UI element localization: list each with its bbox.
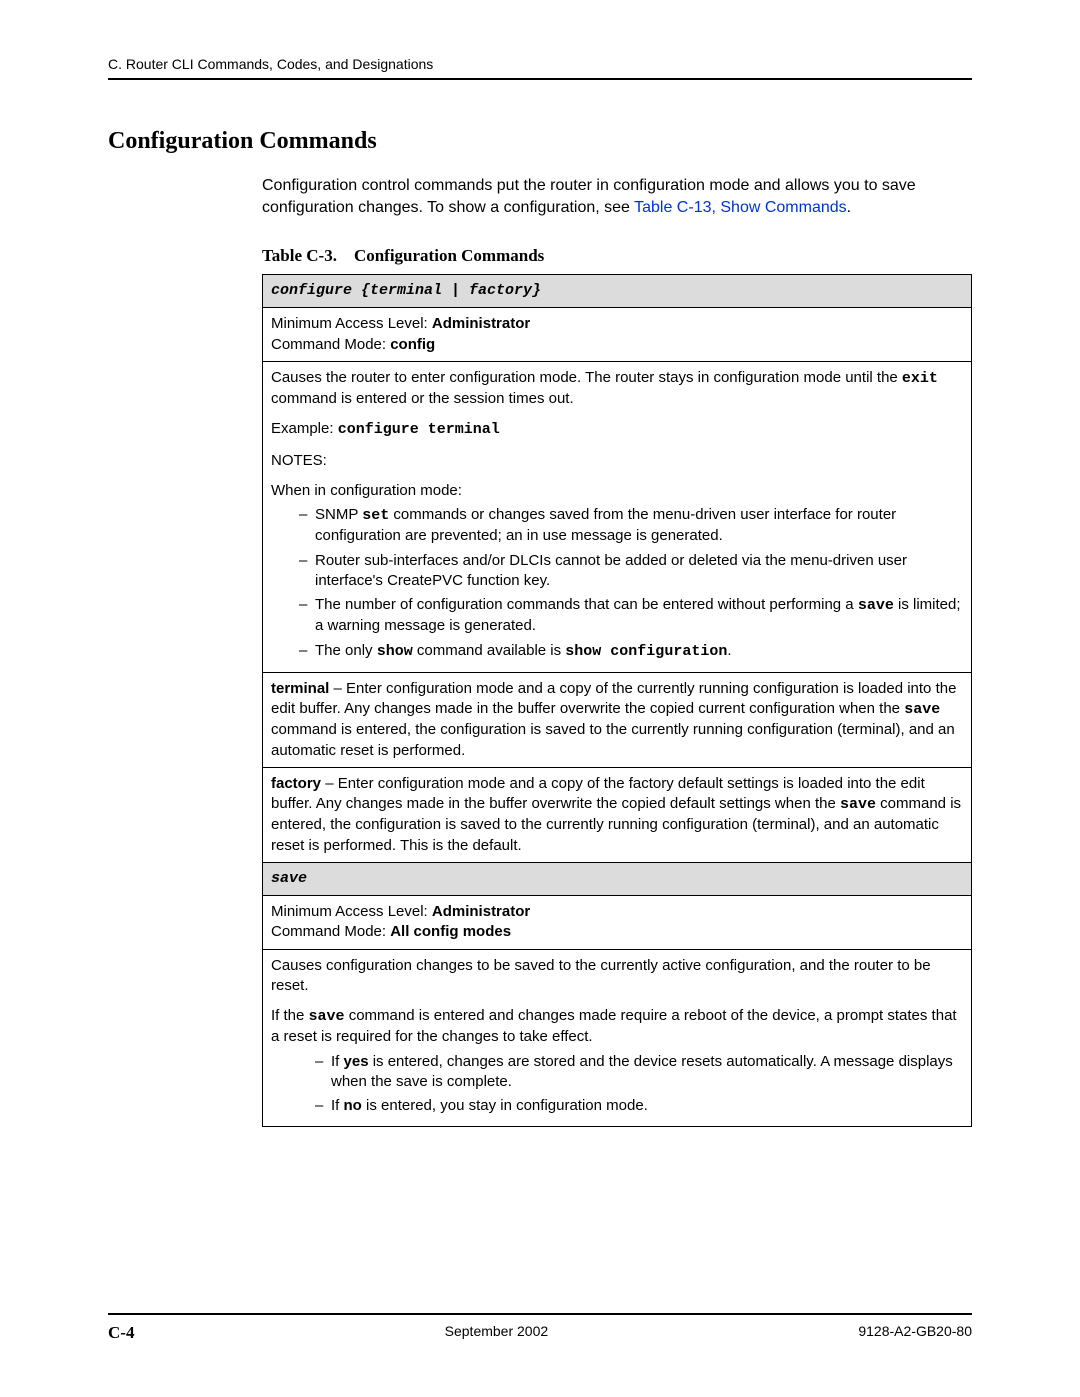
desc-text: command is entered or the session times … <box>271 390 574 407</box>
section-title: Configuration Commands <box>108 128 972 155</box>
min-access-value: Administrator <box>432 903 530 920</box>
exit-code: exit <box>902 370 938 387</box>
example-code: configure terminal <box>338 421 500 438</box>
min-access-label: Minimum Access Level: <box>271 315 432 332</box>
li-text: is entered, you stay in configuration mo… <box>362 1097 648 1114</box>
list-item: If no is entered, you stay in configurat… <box>315 1096 963 1116</box>
command-header-configure: configure {terminal | factory} <box>263 275 972 308</box>
command-mode-label: Command Mode: <box>271 923 390 940</box>
header-rule <box>108 78 972 80</box>
save-description-cell: Causes configuration changes to be saved… <box>263 949 972 1127</box>
configure-access-cell: Minimum Access Level: Administrator Comm… <box>263 308 972 362</box>
desc-text: Causes the router to enter configuration… <box>271 369 902 386</box>
factory-bold: factory <box>271 775 321 792</box>
terminal-bold: terminal <box>271 680 329 697</box>
command-mode-value: config <box>390 336 435 353</box>
list-item: If yes is entered, changes are stored an… <box>315 1052 963 1093</box>
list-item: Router sub-interfaces and/or DLCIs canno… <box>299 551 963 592</box>
footer-docnum: 9128-A2-GB20-80 <box>858 1323 972 1343</box>
page-footer: C-4 September 2002 9128-A2-GB20-80 <box>108 1313 972 1343</box>
save-code: save <box>858 597 894 614</box>
command-mode-value: All config modes <box>390 923 511 940</box>
li-text: SNMP <box>315 506 362 523</box>
li-text: The only <box>315 642 377 659</box>
when-config-label: When in configuration mode: <box>271 481 963 501</box>
command-mode-label: Command Mode: <box>271 336 390 353</box>
save-desc-p1: Causes configuration changes to be saved… <box>271 956 963 997</box>
terminal-text: command is entered, the configuration is… <box>271 721 955 758</box>
min-access-label: Minimum Access Level: <box>271 903 432 920</box>
save-desc-text: If the <box>271 1007 309 1024</box>
intro-paragraph: Configuration control commands put the r… <box>262 175 972 218</box>
li-text: commands or changes saved from the menu-… <box>315 506 896 544</box>
page-number: C-4 <box>108 1323 134 1343</box>
save-desc-text: command is entered and changes made requ… <box>271 1007 957 1045</box>
show-code: show <box>377 643 413 660</box>
show-config-code: show configuration <box>565 643 727 660</box>
yes-bold: yes <box>344 1053 369 1070</box>
factory-option-cell: factory – Enter configuration mode and a… <box>263 767 972 862</box>
list-item: The number of configuration commands tha… <box>299 595 963 637</box>
save-access-cell: Minimum Access Level: Administrator Comm… <box>263 896 972 950</box>
running-header: C. Router CLI Commands, Codes, and Desig… <box>108 56 972 72</box>
notes-label: NOTES: <box>271 451 963 471</box>
show-commands-link[interactable]: Table C-13, Show Commands <box>634 199 847 216</box>
footer-date: September 2002 <box>445 1323 549 1343</box>
configuration-commands-table: configure {terminal | factory} Minimum A… <box>262 274 972 1127</box>
li-text: If <box>331 1053 344 1070</box>
save-code: save <box>840 796 876 813</box>
list-item: SNMP set commands or changes saved from … <box>299 505 963 547</box>
min-access-value: Administrator <box>432 315 530 332</box>
config-notes-list: SNMP set commands or changes saved from … <box>271 505 963 662</box>
save-code: save <box>904 701 940 718</box>
li-text: The number of configuration commands tha… <box>315 596 858 613</box>
save-notes-list: If yes is entered, changes are stored an… <box>271 1052 963 1117</box>
no-bold: no <box>344 1097 362 1114</box>
save-code: save <box>309 1008 345 1025</box>
li-text: If <box>331 1097 344 1114</box>
li-text: . <box>727 642 731 659</box>
list-item: The only show command available is show … <box>299 641 963 662</box>
table-caption: Table C-3. Configuration Commands <box>262 246 972 266</box>
terminal-option-cell: terminal – Enter configuration mode and … <box>263 672 972 767</box>
li-text: command available is <box>413 642 566 659</box>
factory-text: – Enter configuration mode and a copy of… <box>271 775 925 812</box>
configure-description-cell: Causes the router to enter configuration… <box>263 361 972 672</box>
li-text: is entered, changes are stored and the d… <box>331 1053 953 1090</box>
set-code: set <box>362 507 389 524</box>
command-header-save: save <box>263 862 972 895</box>
terminal-text: – Enter configuration mode and a copy of… <box>271 680 956 717</box>
example-label: Example: <box>271 420 338 437</box>
intro-text-suffix: . <box>847 199 851 216</box>
